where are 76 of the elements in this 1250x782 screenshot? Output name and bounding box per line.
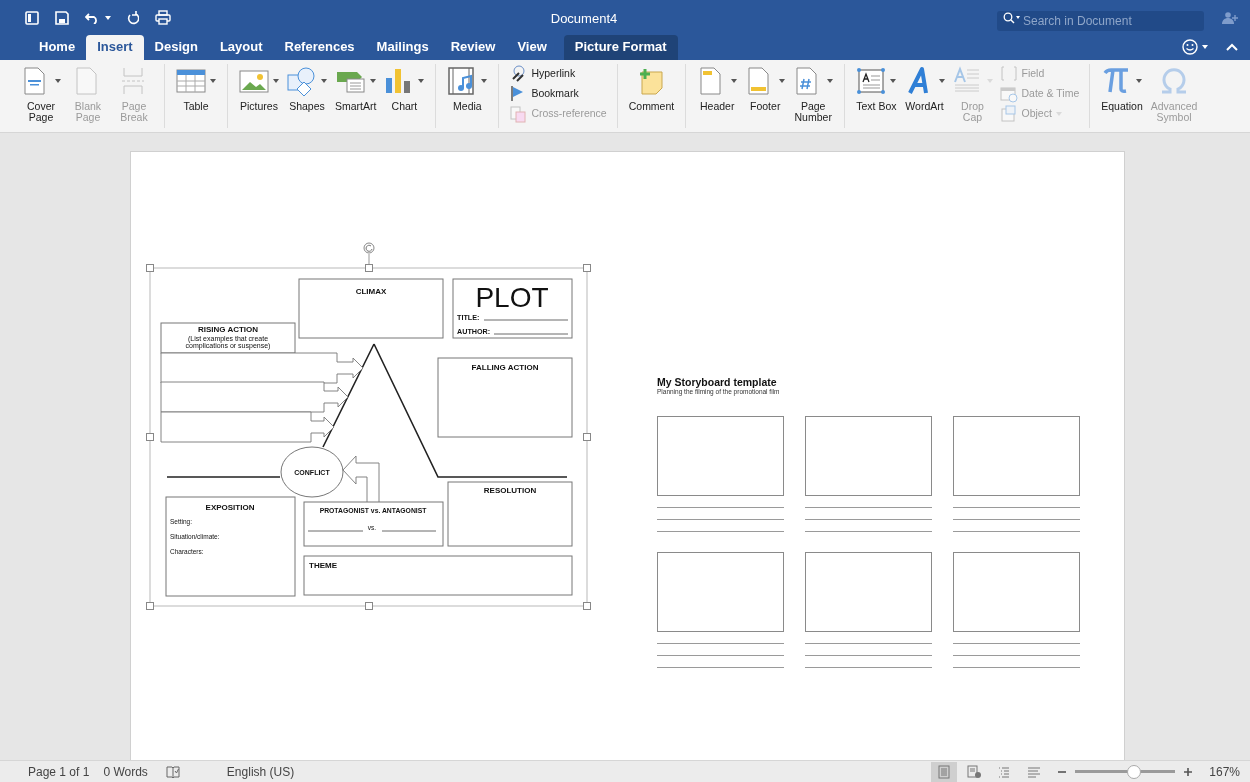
add-person-icon[interactable] xyxy=(1222,11,1238,24)
slider-thumb[interactable] xyxy=(1127,764,1142,779)
object-icon xyxy=(999,104,1018,123)
language-label[interactable]: English (US) xyxy=(226,762,295,781)
view-button[interactable] xyxy=(931,761,958,782)
box-heading: CLIMAX xyxy=(355,287,387,296)
resize-handle[interactable] xyxy=(146,433,154,441)
fill-in-line xyxy=(307,530,364,532)
window-title: Document4 xyxy=(550,10,618,26)
zoom-in-icon[interactable] xyxy=(1183,766,1194,777)
ribbon-tab[interactable]: Picture Format xyxy=(563,35,678,60)
zoom-percentage[interactable]: 167% xyxy=(1209,762,1240,781)
box-heading: FALLING ACTION xyxy=(471,363,539,372)
plot-title: PLOT xyxy=(475,282,549,313)
conflict-ellipse xyxy=(280,446,344,498)
box-heading: RESOLUTION xyxy=(483,486,537,495)
shapes-icon xyxy=(287,66,317,96)
ribbon-button[interactable]: Media xyxy=(444,64,491,113)
ribbon-button[interactable]: Cover Page xyxy=(18,64,64,124)
draft-icon xyxy=(1027,764,1042,779)
resize-handle[interactable] xyxy=(146,264,154,272)
proofing-icon[interactable] xyxy=(165,765,180,778)
resize-handle[interactable] xyxy=(365,264,373,272)
ribbon-button[interactable]: SmartArt xyxy=(332,64,380,113)
arrow-shape xyxy=(342,455,380,503)
resize-handle[interactable] xyxy=(583,264,591,272)
ribbon-button[interactable]: WordArt xyxy=(901,64,948,113)
smiley-icon[interactable] xyxy=(1182,39,1198,55)
box-heading: RISING ACTION xyxy=(197,325,259,334)
word-count[interactable]: 0 Words xyxy=(103,762,148,781)
print-icon[interactable] xyxy=(155,10,171,25)
outline-icon xyxy=(997,764,1012,779)
ribbon-button[interactable]: Header xyxy=(694,64,741,113)
redo-icon[interactable] xyxy=(127,10,139,25)
box-heading: EXPOSITION xyxy=(205,503,255,512)
ribbon-tab[interactable]: View xyxy=(506,35,558,60)
ribbon-button[interactable]: Chart xyxy=(381,64,428,113)
field-icon xyxy=(999,64,1018,83)
caret-icon xyxy=(105,15,111,20)
ribbon-button[interactable]: Text Box xyxy=(853,64,900,113)
caret-icon xyxy=(1202,45,1208,49)
document-icon xyxy=(509,104,528,123)
ribbon-button[interactable]: Bookmark xyxy=(507,84,609,103)
ribbon-tab[interactable]: References xyxy=(273,35,366,60)
resize-handle[interactable] xyxy=(583,433,591,441)
ribbon-button[interactable]: Shapes xyxy=(284,64,330,113)
box-heading: THEME xyxy=(309,561,337,570)
ribbon-button[interactable]: Pictures xyxy=(236,64,282,113)
resize-handle[interactable] xyxy=(146,602,154,610)
ribbon-tab[interactable]: Design xyxy=(143,35,209,60)
ribbon-button[interactable]: Equation xyxy=(1098,64,1146,113)
layout-icon xyxy=(937,764,952,779)
page-count[interactable]: Page 1 of 1 xyxy=(28,762,90,781)
fill-in-line xyxy=(381,530,437,532)
ribbon-tab[interactable]: Review xyxy=(439,35,507,60)
resize-handle[interactable] xyxy=(365,602,373,610)
ribbon-button[interactable]: Hyperlink xyxy=(507,64,609,83)
ribbon-button[interactable]: Comment xyxy=(625,64,678,113)
table-icon xyxy=(176,66,206,96)
calendar-icon xyxy=(999,84,1018,103)
search-field[interactable]: Search in Document xyxy=(997,10,1204,31)
resize-handle[interactable] xyxy=(583,602,591,610)
ribbon-tab[interactable]: Home xyxy=(28,35,87,60)
ribbon-button[interactable]: Footer xyxy=(742,64,789,113)
ribbon-button[interactable]: Table xyxy=(173,64,219,113)
collapse-icon[interactable] xyxy=(1226,43,1238,51)
ribbon-tab[interactable]: Insert xyxy=(86,35,144,60)
sidebar-icon[interactable] xyxy=(25,10,39,25)
web-layout-icon xyxy=(967,764,982,779)
text-box-icon xyxy=(856,66,887,96)
ribbon-button[interactable]: Page Number xyxy=(790,64,837,124)
ribbon-tab[interactable]: Layout xyxy=(208,35,274,60)
storyboard-title: My Storyboard template xyxy=(657,377,777,388)
save-icon[interactable] xyxy=(55,10,69,25)
ribbon-tab[interactable]: Mailings xyxy=(365,35,440,60)
rotate-handle[interactable] xyxy=(363,242,375,266)
